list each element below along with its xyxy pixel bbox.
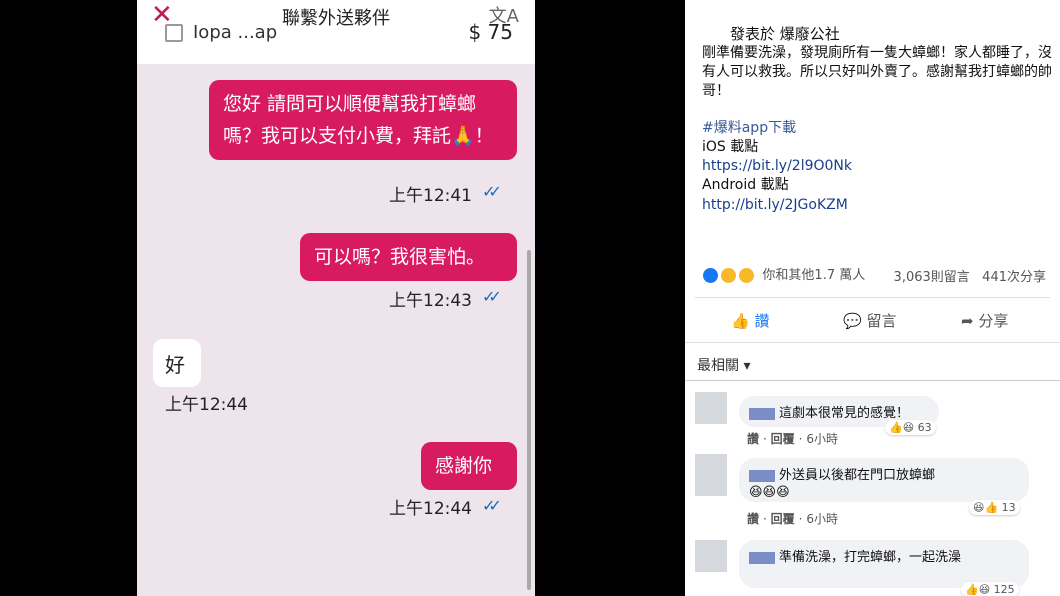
comment-actions: 讚 · 回覆 · 6小時 [747,432,838,446]
like-button-label: 讚 [754,312,770,330]
comment-count[interactable]: 3,063則留言 [894,270,970,285]
divider [685,380,1060,381]
comment-reactions[interactable]: 👍😆 63 [885,420,936,435]
comment-bubble: 外送員以後都在門口放蟑螂 😆😆😆 [739,458,1029,502]
order-price: $ 75 [468,20,513,44]
comment-reply-link[interactable]: 回覆 [771,512,795,526]
divider [685,342,1060,343]
avatar[interactable] [695,392,727,424]
post-hashtag[interactable]: #爆料app下載 [702,119,796,138]
comment-button[interactable]: 💬 留言 [843,310,896,331]
share-button-label: 分享 [978,312,1009,330]
social-post: 發表於 爆廢公社 剛準備要洗澡，發現廁所有一隻大蟑螂！家人都睡了，沒有人可以救我… [685,0,1060,596]
message-time: 上午12:44 [165,395,248,415]
message-bubble-outgoing: 感謝你 [421,442,517,490]
redacted-name [749,407,775,420]
chat-screen: ✕ 聯繫外送夥伴 文A Iopa ...ap $ 75 您好 請問可以順便幫我打… [137,0,535,596]
store-name: Iopa ...ap [193,22,278,43]
message-bubble-outgoing: 可以嗎？我很害怕。 [300,233,517,281]
read-ticks-icon: ✓✓ [482,496,502,515]
thumbs-up-icon: 👍 [731,312,750,330]
comment-reaction-count: 125 [993,583,1015,596]
comment-reaction-count: 63 [917,421,932,434]
message-time: 上午12:41 [389,186,472,206]
comment-like-link[interactable]: 讚 [747,432,759,446]
comment-actions: 讚 · 回覆 · 6小時 [747,512,838,526]
comment-time: 6小時 [806,512,838,526]
redacted-name [749,469,775,482]
avatar[interactable] [695,454,727,496]
comment-reaction-count: 13 [1001,501,1016,514]
scrollbar[interactable] [527,250,531,590]
reaction-summary[interactable]: 你和其他1.7 萬人 [702,264,865,284]
post-group[interactable]: 發表於 爆廢公社 [730,25,840,44]
comment-reply-link[interactable]: 回覆 [771,432,795,446]
comment-bubble: 準備洗澡，打完蟑螂，一起洗澡 [739,540,1029,588]
comment-button-label: 留言 [866,312,897,330]
share-button[interactable]: ➦ 分享 [961,310,1008,331]
read-ticks-icon: ✓✓ [482,182,502,201]
comment-text: 外送員以後都在門口放蟑螂 [779,468,936,483]
redacted-name [749,551,775,564]
comment-time: 6小時 [806,432,838,446]
wow-reaction-icon [738,267,756,284]
share-count[interactable]: 441次分享 [982,270,1046,285]
comment-icon: 💬 [843,312,862,330]
ios-label: iOS 載點 [702,139,759,155]
divider [695,297,1050,298]
message-bubble-outgoing: 您好 請問可以順便幫我打蟑螂嗎？我可以支付小費，拜託🙏！ [209,80,517,160]
post-body: 剛準備要洗澡，發現廁所有一隻大蟑螂！家人都睡了，沒有人可以救我。所以只好叫外賣了… [702,45,1052,99]
comment-like-link[interactable]: 讚 [747,512,759,526]
emoji-row: 😆😆😆 [749,485,790,500]
message-bubble-incoming: 好 [153,339,201,387]
read-ticks-icon: ✓✓ [482,287,502,306]
post-stats: 3,063則留言 441次分享 [894,266,1046,285]
comment-reactions[interactable]: 😆👍 13 [969,500,1020,515]
reaction-count: 你和其他1.7 萬人 [762,268,866,283]
android-label: Android 載點 [702,177,789,193]
like-reaction-icon [702,267,719,284]
store-icon [165,24,183,42]
comment-reactions[interactable]: 👍😆 125 [961,582,1019,596]
haha-reaction-icon [720,267,738,284]
ios-link[interactable]: https://bit.ly/2l9O0Nk [702,157,852,176]
chat-header: ✕ 聯繫外送夥伴 文A Iopa ...ap $ 75 [137,0,535,64]
comment-text: 準備洗澡，打完蟑螂，一起洗澡 [779,550,962,565]
message-time: 上午12:43 [389,291,472,311]
like-button[interactable]: 👍 讚 [731,310,769,331]
comment-text: 這劇本很常見的感覺！ [779,406,910,421]
share-icon: ➦ [961,312,974,330]
comment-sort-dropdown[interactable]: 最相關 ▾ [697,355,750,375]
message-time: 上午12:44 [389,499,472,519]
avatar[interactable] [695,540,727,572]
android-link[interactable]: http://bit.ly/2JGoKZM [702,196,848,215]
